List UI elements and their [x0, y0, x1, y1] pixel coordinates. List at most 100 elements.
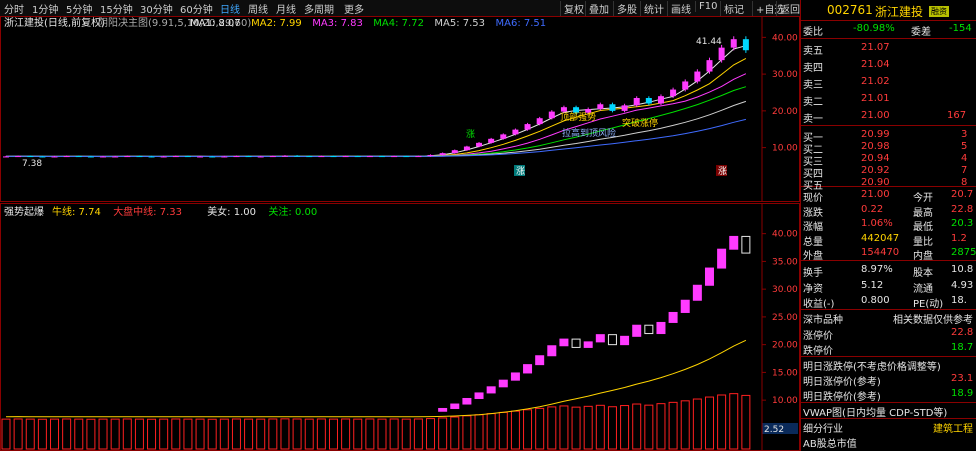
candle-body: [63, 156, 70, 158]
toolbar-button-2[interactable]: 多股: [613, 1, 640, 16]
candle-body: [136, 156, 143, 158]
sub-bar: [450, 416, 460, 450]
sub-bar: [171, 418, 181, 450]
stock-header: 002761 浙江建投 融资: [801, 2, 976, 20]
period-tab-5[interactable]: 60分钟: [180, 1, 213, 16]
sub-bar: [147, 418, 157, 450]
fund-row-1: 净资 5.12 流通 4.93: [803, 279, 974, 295]
candle-body: [221, 156, 228, 158]
annotation-strong: 顶部强势: [560, 111, 596, 123]
toolbar-button-3[interactable]: 统计: [640, 1, 667, 16]
main-axis-label-2: 20.00: [772, 107, 798, 117]
candle-body: [112, 156, 119, 158]
sub-legend-1: 牛线: 7.74: [52, 205, 101, 218]
sub-bar: [729, 393, 739, 450]
toolbar-button-8[interactable]: 返回: [776, 1, 803, 16]
candle-body: [27, 156, 34, 158]
candle-body: [694, 71, 701, 82]
sub-bar: [680, 400, 690, 450]
sub-bar: [159, 418, 169, 450]
main-axis-label-0: 40.00: [772, 33, 798, 43]
candle-body: [597, 104, 604, 110]
period-tab-1[interactable]: 1分钟: [32, 1, 58, 16]
candle-body: [197, 156, 204, 158]
candle-body: [439, 153, 446, 155]
ma-legend-5: MA5: 7.53: [434, 18, 485, 29]
candle-body: [39, 156, 46, 158]
sub-candle: [620, 335, 630, 346]
candle-body: [75, 156, 82, 158]
sub-candle: [607, 334, 617, 346]
sub-bar: [474, 414, 484, 450]
sub-bar: [280, 418, 290, 450]
candle-body: [512, 129, 519, 135]
sub-bar: [717, 394, 727, 450]
candle-body: [415, 156, 422, 158]
marker-label-1: 涨: [516, 166, 525, 177]
sub-axis-label-5: 15.00: [772, 368, 798, 378]
marker-label-2: 涨: [718, 166, 727, 177]
ask-row-2: 卖二 21.01: [803, 93, 890, 108]
sub-candle: [571, 338, 581, 348]
sub-indicator-chart[interactable]: 强势起爆 牛线: 7.74 大盘中线: 7.33 美女: 1.00 关注: 0.00 …: [0, 203, 800, 451]
sub-bar: [741, 394, 751, 450]
period-tab-9[interactable]: 多周期: [304, 1, 334, 16]
period-tab-7[interactable]: 周线: [248, 1, 268, 16]
period-tab-10[interactable]: 更多: [344, 1, 364, 16]
period-tab-2[interactable]: 5分钟: [66, 1, 92, 16]
period-tab-4[interactable]: 30分钟: [140, 1, 173, 16]
ma-legend-3: MA3: 7.83: [312, 18, 363, 29]
bull-line: [5, 339, 747, 418]
candle-body: [476, 142, 483, 147]
sub-bar: [37, 418, 47, 450]
chart-title: 浙江建投(日线,前复权): [4, 16, 105, 29]
sub-candle: [462, 397, 472, 405]
ask-row-5: 卖五 21.07: [803, 42, 890, 57]
period-tab-0[interactable]: 分时: [4, 1, 24, 16]
sub-bar: [413, 418, 423, 450]
low-price-label: 7.38: [22, 159, 42, 169]
candle-body: [160, 156, 167, 158]
sub-axis-label-4: 20.00: [772, 341, 798, 351]
candle-body: [342, 156, 349, 158]
margin-tag: 融资: [929, 6, 949, 17]
toolbar-button-4[interactable]: 画线: [667, 1, 694, 16]
toolbar-button-1[interactable]: 叠加: [585, 1, 612, 16]
candle-body: [451, 150, 458, 154]
sub-bar: [644, 404, 654, 450]
toolbar-button-5[interactable]: F10: [695, 1, 720, 12]
sub-bar: [704, 396, 714, 450]
candle-body: [172, 156, 179, 158]
period-tab-6[interactable]: 日线: [220, 1, 240, 16]
sub-bar: [328, 418, 338, 450]
candle-body: [670, 89, 677, 97]
period-tab-3[interactable]: 15分钟: [100, 1, 133, 16]
candle-body: [730, 39, 737, 48]
period-tab-8[interactable]: 月线: [276, 1, 296, 16]
sub-bar: [547, 406, 557, 450]
sub-bar: [389, 418, 399, 450]
candle-body: [294, 155, 301, 157]
vwap-row[interactable]: VWAP图(日内均量 CDP-STD等): [801, 402, 976, 419]
candle-body: [354, 156, 361, 158]
candle-body: [3, 156, 9, 158]
candle-body: [488, 138, 495, 143]
main-price-chart[interactable]: 浙江建投(日线,前复权) 阴阳决主图(9.91,5,10,20,29,60) M…: [0, 16, 800, 202]
sub-candle: [450, 403, 460, 409]
candle-body: [536, 118, 543, 125]
ma-legend-4: MA4: 7.72: [373, 18, 424, 29]
sub-bar: [219, 418, 229, 450]
sub-bar: [692, 398, 702, 450]
toolbar-button-6[interactable]: 标记: [720, 1, 747, 16]
sub-candle: [559, 338, 569, 347]
toolbar-button-0[interactable]: 复权: [560, 1, 587, 16]
candle-body: [633, 98, 640, 106]
sub-candle: [656, 321, 666, 335]
sub-bar: [632, 403, 642, 450]
ma-line-3: [5, 73, 747, 158]
sub-bar: [486, 413, 496, 450]
sub-bar: [595, 404, 605, 450]
sub-bar: [86, 418, 96, 450]
fund-row-0: 换手 8.97% 股本 10.8: [803, 264, 974, 279]
sub-bar: [62, 418, 72, 450]
